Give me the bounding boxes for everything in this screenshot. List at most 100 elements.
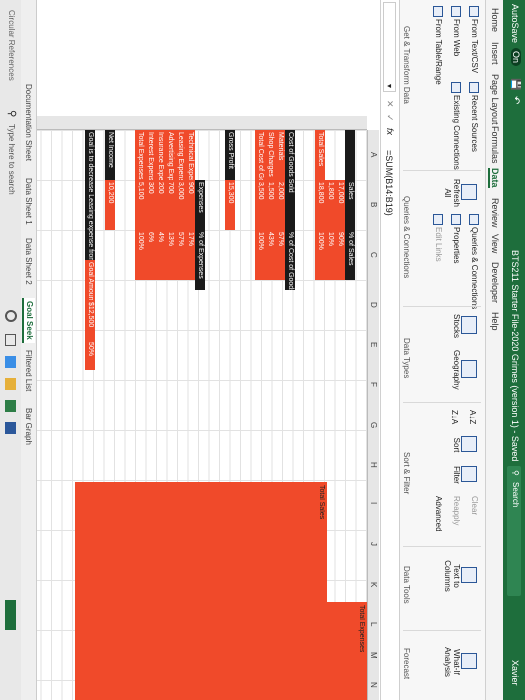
expense-value[interactable]: 200 (155, 180, 165, 230)
total-expenses-pct[interactable]: 100% (135, 230, 145, 280)
expense-pct[interactable]: 6% (145, 230, 155, 280)
tab-help[interactable]: Help (490, 312, 500, 331)
sales-label-cell[interactable] (345, 130, 355, 180)
total-expenses-label[interactable]: Total Expenses (135, 130, 145, 180)
expense-label[interactable]: Insurance Expenses (155, 130, 165, 180)
shop-charges-pct[interactable]: 43% (265, 230, 275, 280)
gross-profit-label[interactable]: Gross Profit (225, 130, 235, 180)
advanced-filter-button[interactable]: Advanced (434, 496, 443, 532)
clear-filter-button[interactable]: Clear (470, 496, 479, 515)
gross-profit-value[interactable]: 15,300 (225, 180, 235, 230)
column-header[interactable]: D (369, 302, 378, 308)
column-header[interactable]: F (369, 382, 378, 387)
expense-pct[interactable]: 4% (155, 230, 165, 280)
formula-input[interactable]: =SUM(B14:B19) (384, 150, 394, 216)
cortana-icon[interactable] (5, 310, 17, 322)
column-header[interactable]: G (369, 422, 378, 428)
expense-value[interactable]: 900 (185, 180, 195, 230)
from-text-csv-button[interactable]: From Text/CSV (469, 6, 479, 73)
total-cogs-pct[interactable]: 100% (255, 230, 265, 280)
recent-sources-button[interactable]: Recent Sources (469, 82, 479, 152)
cogs-header[interactable]: Cost of Goods Sold (285, 130, 295, 230)
windows-search-icon[interactable]: ⚲ (6, 110, 17, 117)
sales-header[interactable]: Sales (345, 180, 355, 230)
expense-label[interactable]: Technical Expenses (185, 130, 195, 180)
column-header[interactable]: A (369, 152, 378, 157)
sheet-tab-data-1[interactable]: Data Sheet 1 (24, 178, 33, 225)
edge-icon[interactable] (5, 356, 16, 368)
expense-pct[interactable]: 13% (165, 230, 175, 280)
what-if-analysis-button[interactable]: What-If Analysis (443, 640, 477, 684)
refresh-all-button[interactable]: Refresh All (443, 178, 477, 208)
sort-button[interactable]: Sort (452, 436, 477, 454)
goal-pct[interactable]: 50% (85, 340, 95, 370)
column-header[interactable]: J (369, 542, 378, 546)
expense-value[interactable]: 3,000 (175, 180, 185, 230)
total-sales-label[interactable]: Total Sales (315, 130, 325, 180)
undo-icon[interactable]: ↶ (510, 96, 521, 104)
existing-connections-button[interactable]: Existing Connections (451, 82, 461, 170)
goal-description[interactable]: Goal is to decrease Leasing expense from… (85, 130, 95, 260)
total-sales-bar[interactable]: Total Sales (75, 482, 327, 602)
total-expenses-bar[interactable]: Total Expenses (75, 602, 367, 700)
expenses-header[interactable]: Expenses (195, 180, 205, 230)
materials-value[interactable]: 2,000 (275, 180, 285, 230)
sheet-tab-data-2[interactable]: Data Sheet 2 (24, 238, 33, 285)
column-header[interactable]: C (369, 252, 378, 258)
total-cogs-value[interactable]: 3,500 (255, 180, 265, 230)
expense-label[interactable]: Interest Expenses (145, 130, 155, 180)
sheet-tab-bar-graph[interactable]: Bar Graph (24, 408, 33, 445)
sales-pct-cell[interactable]: 10% (325, 230, 335, 280)
total-sales-value[interactable]: 18,800 (315, 180, 325, 230)
text-to-columns-button[interactable]: Text to Columns (443, 556, 477, 596)
column-header[interactable]: H (369, 462, 378, 468)
column-header[interactable]: B (369, 202, 378, 207)
tab-review[interactable]: Review (490, 198, 500, 228)
shop-charges-value[interactable]: 1,500 (265, 180, 275, 230)
sheet-tab-filtered-list[interactable]: Filtered List (24, 350, 33, 391)
tab-data[interactable]: Data (488, 168, 500, 188)
sales-value-cell[interactable]: 1,800 (325, 180, 335, 230)
file-explorer-icon[interactable] (5, 378, 16, 390)
column-header[interactable]: E (369, 342, 378, 347)
tab-insert[interactable]: Insert (490, 42, 500, 65)
shop-charges-label[interactable]: Shop Charges (265, 130, 275, 180)
stocks-button[interactable]: Stocks (452, 314, 477, 338)
name-box[interactable]: ▾ (383, 2, 396, 92)
pct-sales-header[interactable]: % of Sales (345, 230, 355, 280)
taskbar-search-input[interactable]: Type here to search (7, 124, 16, 195)
cancel-icon[interactable]: ✕ (384, 100, 395, 108)
expenses-pct-header[interactable]: % of Expenses (195, 230, 205, 290)
from-web-button[interactable]: From Web (451, 6, 461, 56)
sheet-tab-documentation[interactable]: Documentation Sheet (24, 84, 33, 161)
total-sales-pct[interactable]: 100% (315, 230, 325, 280)
sales-pct-cell[interactable]: 90% (335, 230, 345, 280)
user-name[interactable]: Xavier (510, 660, 520, 686)
function-icon[interactable]: fx (385, 128, 395, 135)
column-header[interactable]: M (369, 652, 378, 659)
sort-az-icon[interactable]: A↓Z (468, 410, 477, 424)
column-header[interactable]: N (369, 682, 378, 688)
tab-formulas[interactable]: Formulas (490, 126, 500, 164)
edit-links-button[interactable]: Edit Links (433, 214, 443, 262)
word-taskbar-icon[interactable] (5, 422, 16, 434)
sheet-tab-goal-seek[interactable]: Goal Seek (22, 298, 35, 343)
tab-view[interactable]: View (490, 234, 500, 253)
column-header[interactable]: I (369, 502, 378, 504)
queries-connections-button[interactable]: Queries & Connections (469, 214, 479, 309)
save-icon[interactable]: 💾 (510, 78, 521, 90)
goal-value[interactable]: $12,500 (85, 300, 95, 340)
materials-label[interactable]: Materials (275, 130, 285, 180)
excel-taskbar-icon[interactable] (5, 400, 16, 412)
worksheet-grid[interactable]: Sales % of Sales 17,000 90% 1,800 10% To… (37, 130, 367, 700)
filter-button[interactable]: Filter (452, 466, 477, 484)
cogs-pct-header[interactable]: % of Cost of Goods (285, 230, 295, 290)
column-header[interactable]: K (369, 582, 378, 587)
materials-pct[interactable]: 57% (275, 230, 285, 280)
total-expenses-value[interactable]: 5,100 (135, 180, 145, 230)
tab-home[interactable]: Home (490, 8, 500, 32)
goal-amount-label[interactable]: Goal Amount (85, 260, 95, 300)
geography-button[interactable]: Geography (452, 350, 477, 390)
net-income-label[interactable]: Net Income (105, 130, 115, 180)
tab-page-layout[interactable]: Page Layout (490, 74, 500, 125)
